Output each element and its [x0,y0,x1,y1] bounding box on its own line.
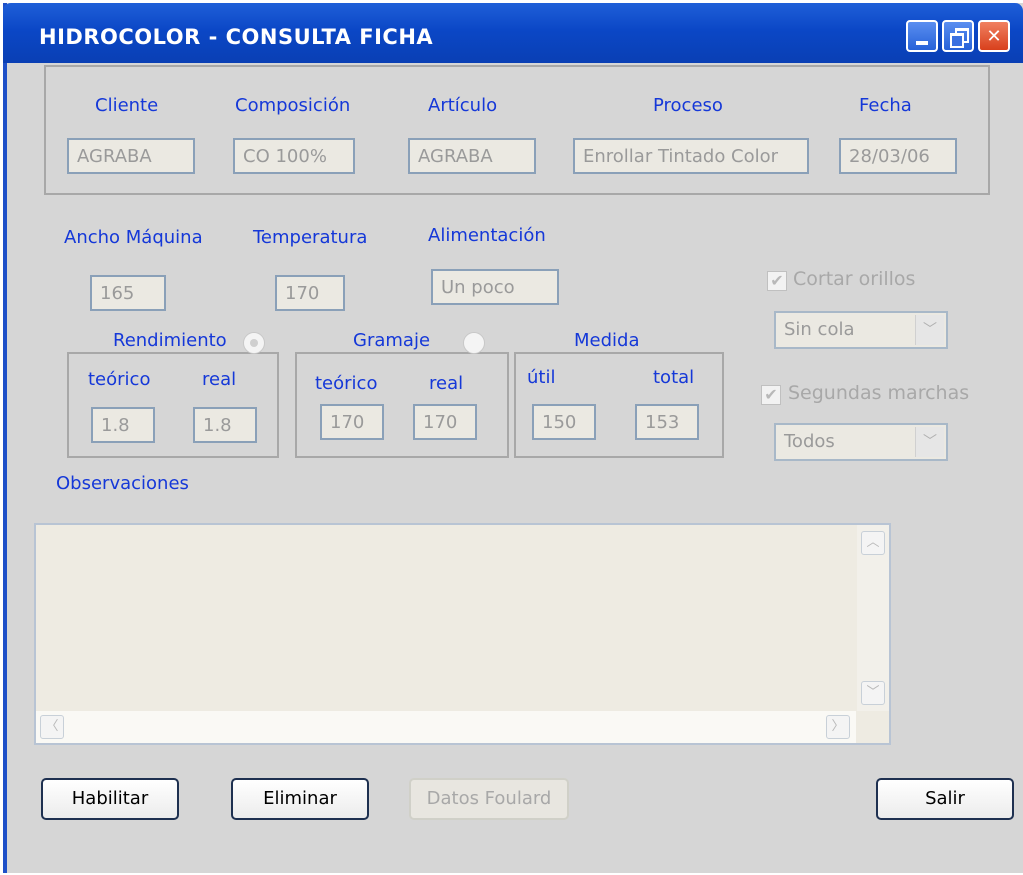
ancho-maquina-label: Ancho Máquina [64,227,203,248]
gramaje-teorico-field[interactable]: 170 [320,404,384,440]
gramaje-radio[interactable] [463,332,485,354]
marchas-select-value: Todos [784,431,835,452]
scroll-down-icon[interactable]: ﹀ [861,681,885,705]
cliente-label: Cliente [95,95,159,116]
rendimiento-teorico-field[interactable]: 1.8 [91,407,155,443]
eliminar-button[interactable]: Eliminar [231,778,369,820]
medida-util-label: útil [527,367,556,388]
medida-total-label: total [653,367,695,388]
rendimiento-teorico-label: teórico [88,369,151,390]
gramaje-real-field[interactable]: 170 [413,404,477,440]
checkmark-icon: ✔ [764,385,778,404]
composicion-field[interactable]: CO 100% [233,138,355,174]
salir-button[interactable]: Salir [876,778,1014,820]
ancho-maquina-field[interactable]: 165 [90,275,166,311]
rendimiento-real-label: real [202,369,237,390]
segundas-marchas-checkbox[interactable]: ✔ [761,385,781,405]
cliente-field[interactable]: AGRABA [67,138,195,174]
window-title: HIDROCOLOR - CONSULTA FICHA [39,25,434,49]
close-button[interactable]: ✕ [978,20,1010,52]
cortar-orillos-checkbox[interactable]: ✔ [767,271,787,291]
vertical-scrollbar[interactable]: ︿ ﹀ [857,525,889,711]
restore-icon [950,28,969,48]
rendimiento-label: Rendimiento [109,330,231,351]
cola-select-value: Sin cola [784,319,855,340]
cola-select[interactable]: Sin cola ﹀ [774,311,948,349]
cortar-orillos-label: Cortar orillos [793,268,916,290]
proceso-field[interactable]: Enrollar Tintado Color [573,138,809,174]
observaciones-textarea[interactable]: ︿ ﹀ 〈 〉 [34,523,891,745]
articulo-field[interactable]: AGRABA [408,138,536,174]
scroll-left-icon[interactable]: 〈 [40,715,64,739]
composicion-label: Composición [235,95,351,116]
checkmark-icon: ✔ [770,271,784,290]
header-group [44,65,990,195]
gramaje-teorico-label: teórico [315,373,378,394]
medida-util-field[interactable]: 150 [532,404,596,440]
gramaje-real-label: real [429,373,464,394]
temperatura-label: Temperatura [253,227,368,248]
temperatura-field[interactable]: 170 [275,275,345,311]
medida-total-field[interactable]: 153 [635,404,699,440]
alimentacion-field[interactable]: Un poco [431,269,559,305]
fecha-field[interactable]: 28/03/06 [839,138,957,174]
chevron-down-icon[interactable]: ﹀ [915,427,944,457]
scroll-right-icon[interactable]: 〉 [826,715,850,739]
restore-button[interactable] [942,20,974,52]
segundas-marchas-label: Segundas marchas [788,382,970,404]
rendimiento-radio[interactable] [243,332,265,354]
main-window: HIDROCOLOR - CONSULTA FICHA ✕ Cliente Co… [3,3,1023,873]
gramaje-label: Gramaje [349,330,435,351]
fecha-label: Fecha [859,95,912,116]
close-icon: ✕ [986,25,1002,47]
articulo-label: Artículo [428,95,498,116]
observaciones-label: Observaciones [56,473,189,494]
title-bar[interactable]: HIDROCOLOR - CONSULTA FICHA ✕ [3,3,1023,63]
datos-foulard-button[interactable]: Datos Foulard [409,778,569,820]
horizontal-scrollbar[interactable]: 〈 〉 [36,711,856,743]
medida-label: Medida [562,330,652,351]
rendimiento-real-field[interactable]: 1.8 [193,407,257,443]
minimize-icon [916,41,928,45]
habilitar-button[interactable]: Habilitar [41,778,179,820]
proceso-label: Proceso [653,95,723,116]
minimize-button[interactable] [906,20,938,52]
scroll-up-icon[interactable]: ︿ [861,531,885,555]
alimentacion-label: Alimentación [428,225,546,246]
marchas-select[interactable]: Todos ﹀ [774,423,948,461]
chevron-down-icon[interactable]: ﹀ [915,315,944,345]
